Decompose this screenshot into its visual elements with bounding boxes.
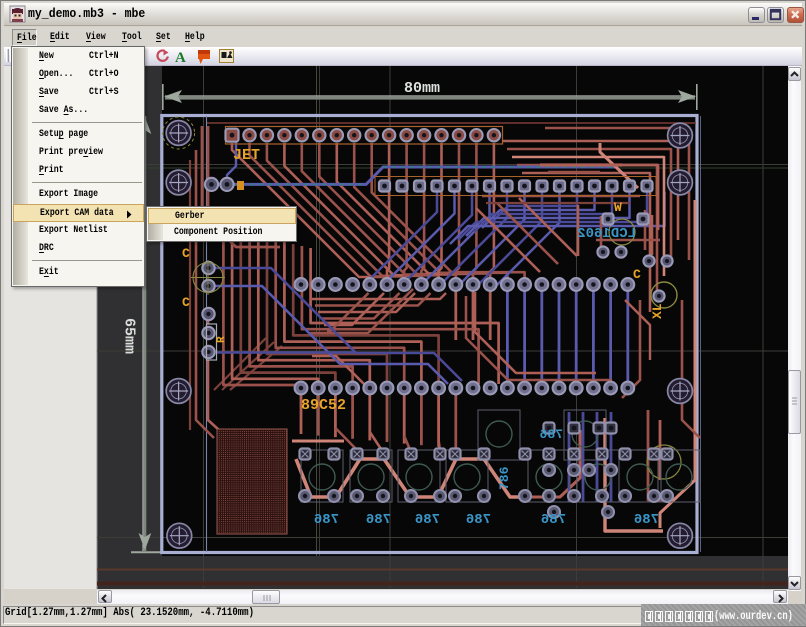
- svg-text:A: A: [175, 50, 186, 66]
